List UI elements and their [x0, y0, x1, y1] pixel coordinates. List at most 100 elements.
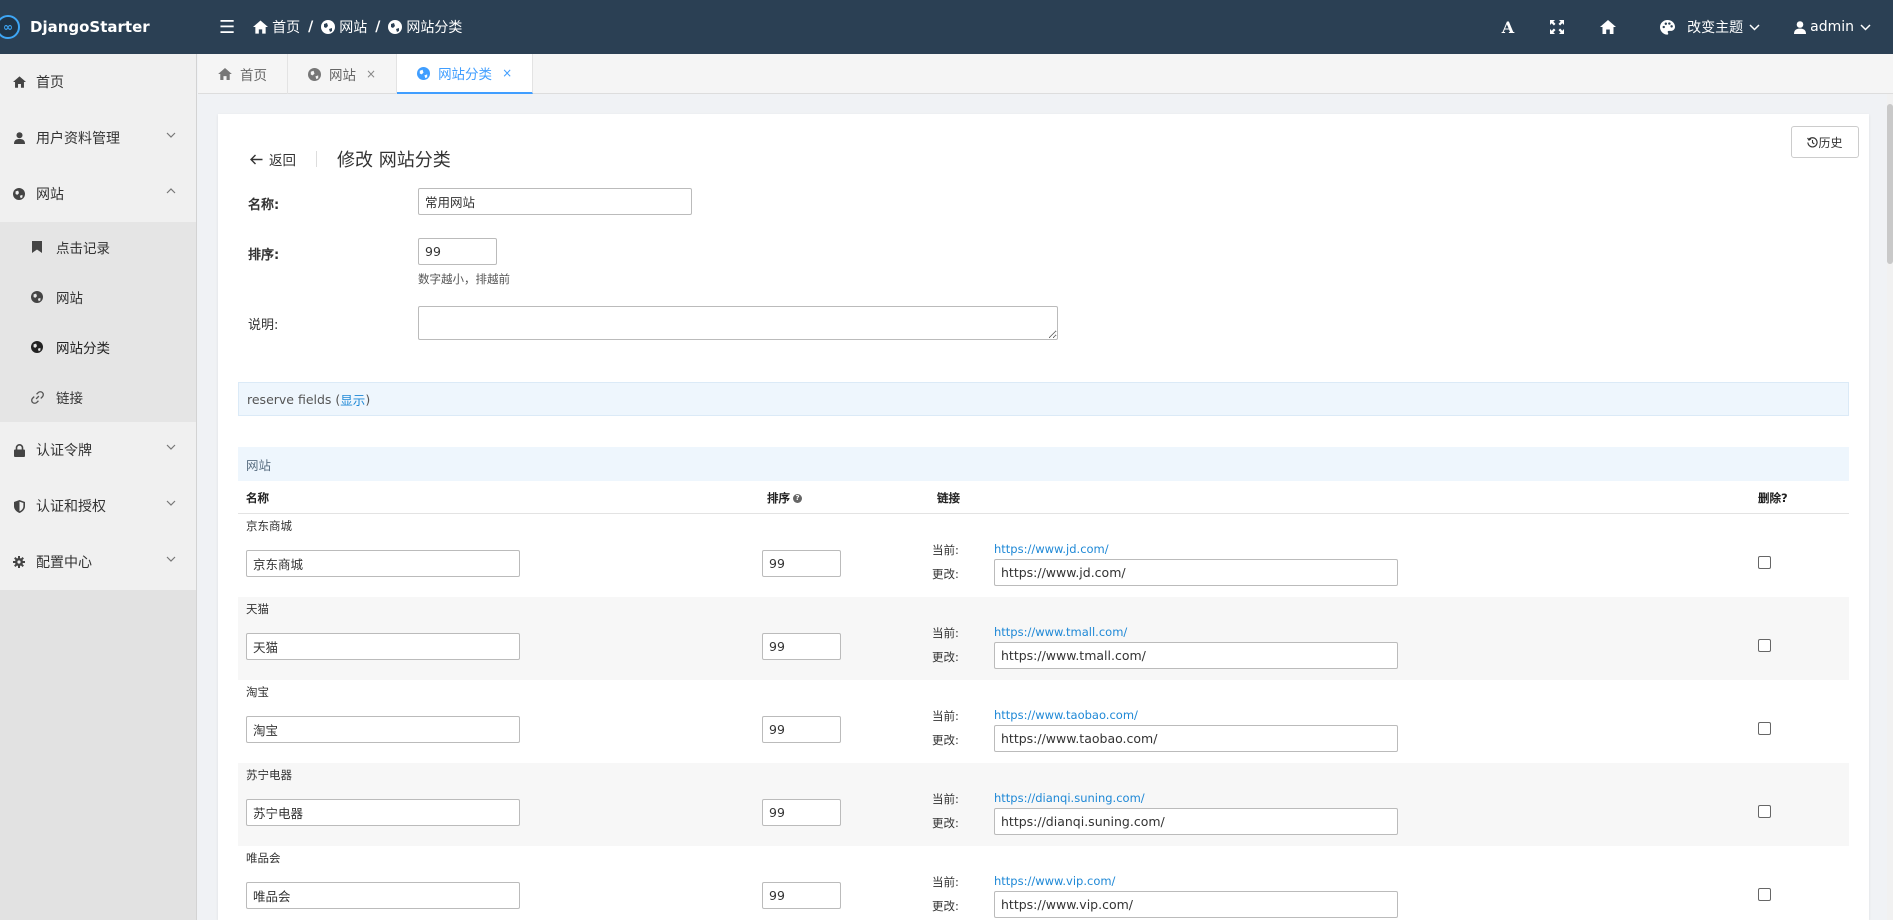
- brand-logo-icon: ∞: [0, 15, 20, 39]
- current-label: 当前:: [932, 709, 959, 723]
- column-header-url: 链接: [937, 491, 960, 505]
- site-url-input[interactable]: [994, 725, 1398, 752]
- sidebar-item-home[interactable]: 首页: [0, 54, 196, 110]
- current-url-link[interactable]: https://www.tmall.com/: [994, 625, 1127, 639]
- palette-icon: [1660, 19, 1676, 35]
- back-button[interactable]: 返回: [250, 149, 296, 169]
- site-url-input[interactable]: [994, 808, 1398, 835]
- globe-icon: [388, 20, 403, 34]
- gear-icon: [12, 556, 26, 568]
- site-name-input[interactable]: [246, 633, 520, 660]
- user-menu[interactable]: admin: [1794, 19, 1871, 35]
- current-url-link[interactable]: https://www.taobao.com/: [994, 708, 1138, 722]
- page-scrollbar[interactable]: [1887, 94, 1893, 920]
- site-order-input[interactable]: [762, 633, 841, 660]
- original-name: 唯品会: [246, 851, 281, 865]
- home-icon: [218, 68, 232, 80]
- scrollbar-thumb[interactable]: [1887, 104, 1893, 264]
- sidebar-item-user-profile[interactable]: 用户资料管理: [0, 110, 196, 166]
- show-reserve-fields-link[interactable]: 显示: [340, 390, 365, 409]
- original-name: 苏宁电器: [246, 768, 292, 782]
- tab-website[interactable]: 网站 ×: [288, 54, 398, 94]
- inline-section-title: 网站: [238, 447, 1849, 481]
- current-label: 当前:: [932, 543, 959, 557]
- change-label: 更改:: [932, 899, 959, 913]
- table-row: 天猫 当前: https://www.tmall.com/ 更改:: [238, 597, 1849, 680]
- sidebar-item-auth-token[interactable]: 认证令牌: [0, 422, 196, 478]
- change-label: 更改:: [932, 816, 959, 830]
- sidebar-submenu-website: 点击记录 网站 网站分类 链接: [0, 222, 196, 422]
- tab-home[interactable]: 首页: [198, 54, 288, 94]
- delete-checkbox[interactable]: [1758, 888, 1771, 901]
- font-size-icon[interactable]: A: [1502, 18, 1514, 37]
- description-label: 说明:: [248, 318, 279, 333]
- user-icon: [1794, 20, 1807, 34]
- chevron-down-icon: [1749, 23, 1760, 31]
- chevron-down-icon: [1860, 23, 1871, 31]
- menu-toggle-icon[interactable]: ☰: [219, 17, 235, 38]
- site-url-input[interactable]: [994, 559, 1398, 586]
- chevron-down-icon: [166, 556, 176, 562]
- tab-website-category[interactable]: 网站分类 ×: [397, 54, 534, 94]
- history-button[interactable]: 历史: [1791, 126, 1859, 158]
- sidebar-item-websites[interactable]: 网站: [0, 272, 196, 322]
- page-title: 修改 网站分类: [337, 150, 451, 171]
- tab-bar: 首页 网站 × 网站分类 ×: [198, 54, 1893, 94]
- breadcrumb-separator: /: [375, 19, 381, 35]
- change-form-card: 历史 返回 修改 网站分类 名称: 排序: 数字越小，排越前 说明: reser…: [218, 114, 1869, 920]
- close-icon[interactable]: ×: [502, 66, 512, 80]
- theme-switcher[interactable]: 改变主题: [1660, 17, 1760, 37]
- site-order-input[interactable]: [762, 716, 841, 743]
- breadcrumb-item-website-category: 网站分类: [388, 17, 462, 37]
- sidebar-item-website-category[interactable]: 网站分类: [0, 322, 196, 372]
- table-row: 京东商城 当前: https://www.jd.com/ 更改:: [238, 514, 1849, 597]
- site-name-input[interactable]: [246, 882, 520, 909]
- delete-checkbox[interactable]: [1758, 556, 1771, 569]
- current-url-link[interactable]: https://www.vip.com/: [994, 874, 1115, 888]
- site-name-input[interactable]: [246, 716, 520, 743]
- breadcrumb-item-home[interactable]: 首页: [253, 17, 300, 37]
- divider: [316, 151, 317, 167]
- top-bar: ∞ DjangoStarter ☰ 首页 / 网站 / 网站分类 A 改变主题: [0, 0, 1893, 54]
- chevron-down-icon: [166, 500, 176, 506]
- site-name-input[interactable]: [246, 799, 520, 826]
- current-url-link[interactable]: https://www.jd.com/: [994, 542, 1109, 556]
- description-textarea[interactable]: [418, 306, 1058, 340]
- home-icon: [12, 76, 26, 88]
- site-order-input[interactable]: [762, 882, 841, 909]
- site-order-input[interactable]: [762, 799, 841, 826]
- current-label: 当前:: [932, 792, 959, 806]
- delete-checkbox[interactable]: [1758, 805, 1771, 818]
- sidebar-item-auth[interactable]: 认证和授权: [0, 478, 196, 534]
- breadcrumb-item-website[interactable]: 网站: [321, 17, 367, 37]
- original-name: 淘宝: [246, 685, 269, 699]
- inline-table-header: 名称 排序 ? 链接 删除?: [238, 480, 1849, 514]
- form-row-description: 说明:: [248, 306, 1058, 340]
- sidebar-item-links[interactable]: 链接: [0, 372, 196, 422]
- delete-checkbox[interactable]: [1758, 722, 1771, 735]
- site-name-input[interactable]: [246, 550, 520, 577]
- close-icon[interactable]: ×: [366, 67, 376, 81]
- order-input[interactable]: [418, 238, 497, 265]
- brand[interactable]: ∞ DjangoStarter: [0, 0, 197, 54]
- history-icon: [1807, 136, 1819, 147]
- home-icon[interactable]: [1600, 20, 1617, 34]
- fullscreen-icon[interactable]: [1550, 20, 1565, 34]
- current-url-link[interactable]: https://dianqi.suning.com/: [994, 791, 1145, 805]
- sidebar-item-click-records[interactable]: 点击记录: [0, 222, 196, 272]
- table-row: 唯品会 当前: https://www.vip.com/ 更改:: [238, 846, 1849, 920]
- column-header-order: 排序 ?: [767, 490, 802, 506]
- sidebar-item-config[interactable]: 配置中心: [0, 534, 196, 590]
- breadcrumb-separator: /: [308, 19, 314, 35]
- form-row-order: 排序: 数字越小，排越前: [248, 238, 510, 287]
- chevron-up-icon: [166, 188, 176, 194]
- breadcrumb: 首页 / 网站 / 网站分类: [253, 17, 462, 37]
- delete-checkbox[interactable]: [1758, 639, 1771, 652]
- order-help-text: 数字越小，排越前: [418, 272, 510, 286]
- site-order-input[interactable]: [762, 550, 841, 577]
- site-url-input[interactable]: [994, 642, 1398, 669]
- site-url-input[interactable]: [994, 891, 1398, 918]
- name-input[interactable]: [418, 188, 692, 215]
- lock-icon: [12, 443, 26, 457]
- sidebar-item-website[interactable]: 网站: [0, 166, 196, 222]
